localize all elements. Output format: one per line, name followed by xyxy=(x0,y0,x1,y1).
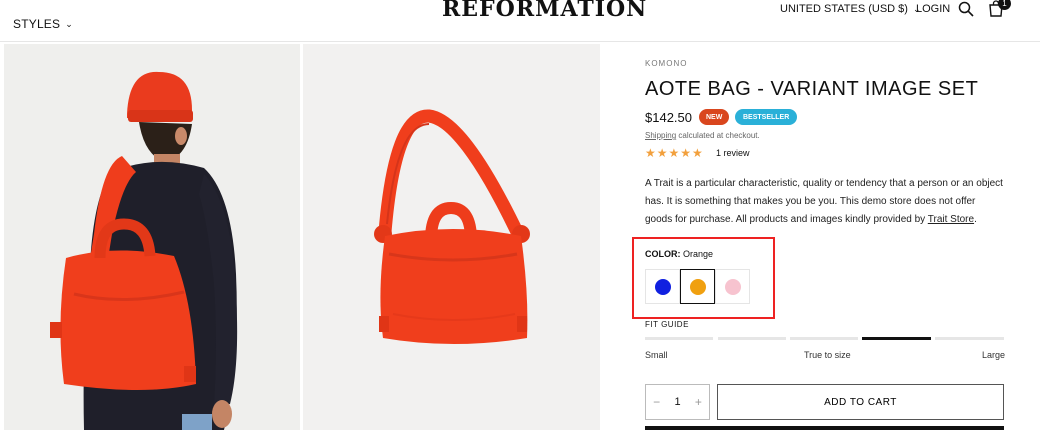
fit-bar-2 xyxy=(718,337,786,340)
country-label: UNITED STATES (USD $) xyxy=(780,3,908,15)
add-to-cart-button[interactable]: ADD TO CART xyxy=(717,384,1004,420)
country-selector[interactable]: UNITED STATES (USD $) ⌄ xyxy=(780,3,920,15)
product-price: $142.50 xyxy=(645,110,692,125)
styles-label: STYLES xyxy=(13,17,61,31)
search-icon[interactable] xyxy=(958,1,974,17)
cart-count-badge: 1 xyxy=(998,0,1011,10)
description-end: . xyxy=(974,214,977,225)
product-image-bag[interactable] xyxy=(303,44,600,430)
fit-label-small: Small xyxy=(645,350,668,360)
new-badge: NEW xyxy=(699,109,730,125)
swatch-orange[interactable] xyxy=(680,269,715,304)
product-description: A Trait is a particular characteristic, … xyxy=(645,175,1005,229)
shipping-link[interactable]: Shipping xyxy=(645,131,676,140)
color-value: Orange xyxy=(683,249,714,259)
pink-dot xyxy=(724,278,741,295)
swatch-pink[interactable] xyxy=(715,269,750,304)
trait-store-link[interactable]: Trait Store xyxy=(928,214,974,225)
store-logo[interactable]: REFORMATION xyxy=(442,0,647,22)
fit-guide-title: FIT GUIDE xyxy=(645,320,689,329)
minus-icon[interactable]: − xyxy=(653,395,660,409)
blue-dot xyxy=(654,278,671,295)
plus-icon[interactable]: + xyxy=(695,395,702,409)
fit-bar-3 xyxy=(790,337,858,340)
fit-bar-5 xyxy=(935,337,1004,340)
product-vendor[interactable]: KOMONO xyxy=(645,59,687,68)
swatch-blue[interactable] xyxy=(645,269,680,304)
quantity-value[interactable]: 1 xyxy=(674,396,680,408)
review-count[interactable]: 1 review xyxy=(716,148,750,158)
bestseller-badge: BESTSELLER xyxy=(735,109,798,125)
rating-stars[interactable]: ★★★★★ xyxy=(645,146,704,160)
product-image-model[interactable] xyxy=(4,44,300,430)
quantity-stepper[interactable]: − 1 + xyxy=(645,384,710,420)
fit-label-true: True to size xyxy=(804,350,851,360)
color-label-key: COLOR: xyxy=(645,249,681,259)
buy-now-button[interactable] xyxy=(645,426,1004,430)
orange-dot xyxy=(689,278,706,295)
shipping-note: Shipping calculated at checkout. xyxy=(645,131,760,140)
site-header: STYLES ⌄ REFORMATION UNITED STATES (USD … xyxy=(0,0,1040,42)
fit-bar-4-active xyxy=(862,337,931,340)
chevron-down-icon: ⌄ xyxy=(65,18,73,29)
color-label: COLOR: Orange xyxy=(645,249,713,259)
fit-label-large: Large xyxy=(982,350,1006,360)
shipping-text: calculated at checkout. xyxy=(676,131,760,140)
login-link[interactable]: LOGIN xyxy=(916,3,950,15)
styles-menu[interactable]: STYLES ⌄ xyxy=(13,17,73,31)
product-title: AOTE BAG - VARIANT IMAGE SET xyxy=(645,78,979,100)
fit-bar-1 xyxy=(645,337,713,340)
